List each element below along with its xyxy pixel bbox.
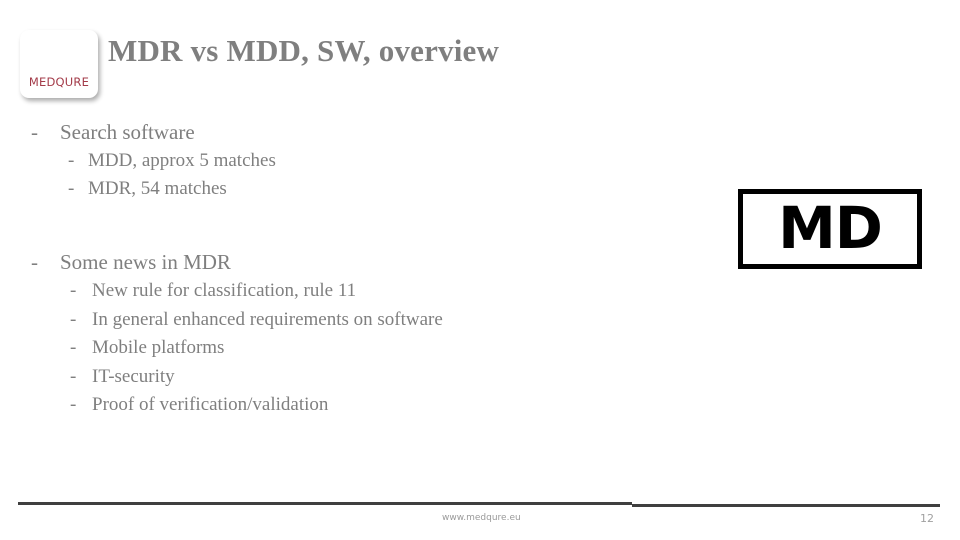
medical-device-symbol: MD <box>738 189 922 269</box>
bullet-level1: - Search software <box>0 118 700 147</box>
bullet-level2: - New rule for classification, rule 11 <box>0 277 700 306</box>
bullet-level2: - In general enhanced requirements on so… <box>0 306 700 335</box>
slide: MEDQURE MDR vs MDD, SW, overview - Searc… <box>0 0 960 540</box>
dash-icon: - <box>31 250 38 274</box>
logo-wordmark: MEDQURE <box>28 75 90 89</box>
bullet-group-search-software: - Search software - MDD, approx 5 matche… <box>0 118 700 203</box>
bullet-level2: - MDD, approx 5 matches <box>0 147 700 175</box>
footer-website-url: www.medqure.eu <box>442 513 521 523</box>
dash-icon: - <box>70 308 77 330</box>
bullet-label: In general enhanced requirements on soft… <box>92 308 443 330</box>
footer-divider-right <box>632 504 940 507</box>
dash-icon: - <box>31 120 38 144</box>
bullet-level2: - MDR, 54 matches <box>0 175 700 203</box>
slide-body: - Search software - MDD, approx 5 matche… <box>0 118 700 420</box>
dash-icon: - <box>68 150 75 171</box>
bullet-label: Proof of verification/validation <box>92 394 329 415</box>
dash-icon: - <box>70 365 77 387</box>
bullet-level2: - IT-security <box>0 363 700 392</box>
bullet-label: IT-security <box>92 365 175 387</box>
bullet-label: Some news in MDR <box>60 250 231 274</box>
dash-icon: - <box>70 394 77 415</box>
bullet-level1: - Some news in MDR <box>0 248 700 277</box>
bullet-group-some-news-in-mdr: - Some news in MDR - New rule for classi… <box>0 248 700 420</box>
dash-icon: - <box>68 178 75 199</box>
bullet-level2: - Mobile platforms <box>0 334 700 363</box>
bullet-label: New rule for classification, rule 11 <box>92 280 357 301</box>
page-title: MDR vs MDD, SW, overview <box>108 33 500 68</box>
dash-icon: - <box>70 280 77 301</box>
dash-icon: - <box>70 337 77 358</box>
md-symbol-label: MD <box>778 194 883 262</box>
bullet-level2: - Proof of verification/validation <box>0 391 700 420</box>
bullet-label: Search software <box>60 120 195 144</box>
footer-divider-left <box>18 502 632 505</box>
bullet-label: Mobile platforms <box>92 337 225 358</box>
medqure-logo: MEDQURE <box>20 30 98 98</box>
bullet-label: MDR, 54 matches <box>88 178 227 199</box>
page-number: 12 <box>920 512 934 525</box>
bullet-label: MDD, approx 5 matches <box>88 150 276 171</box>
